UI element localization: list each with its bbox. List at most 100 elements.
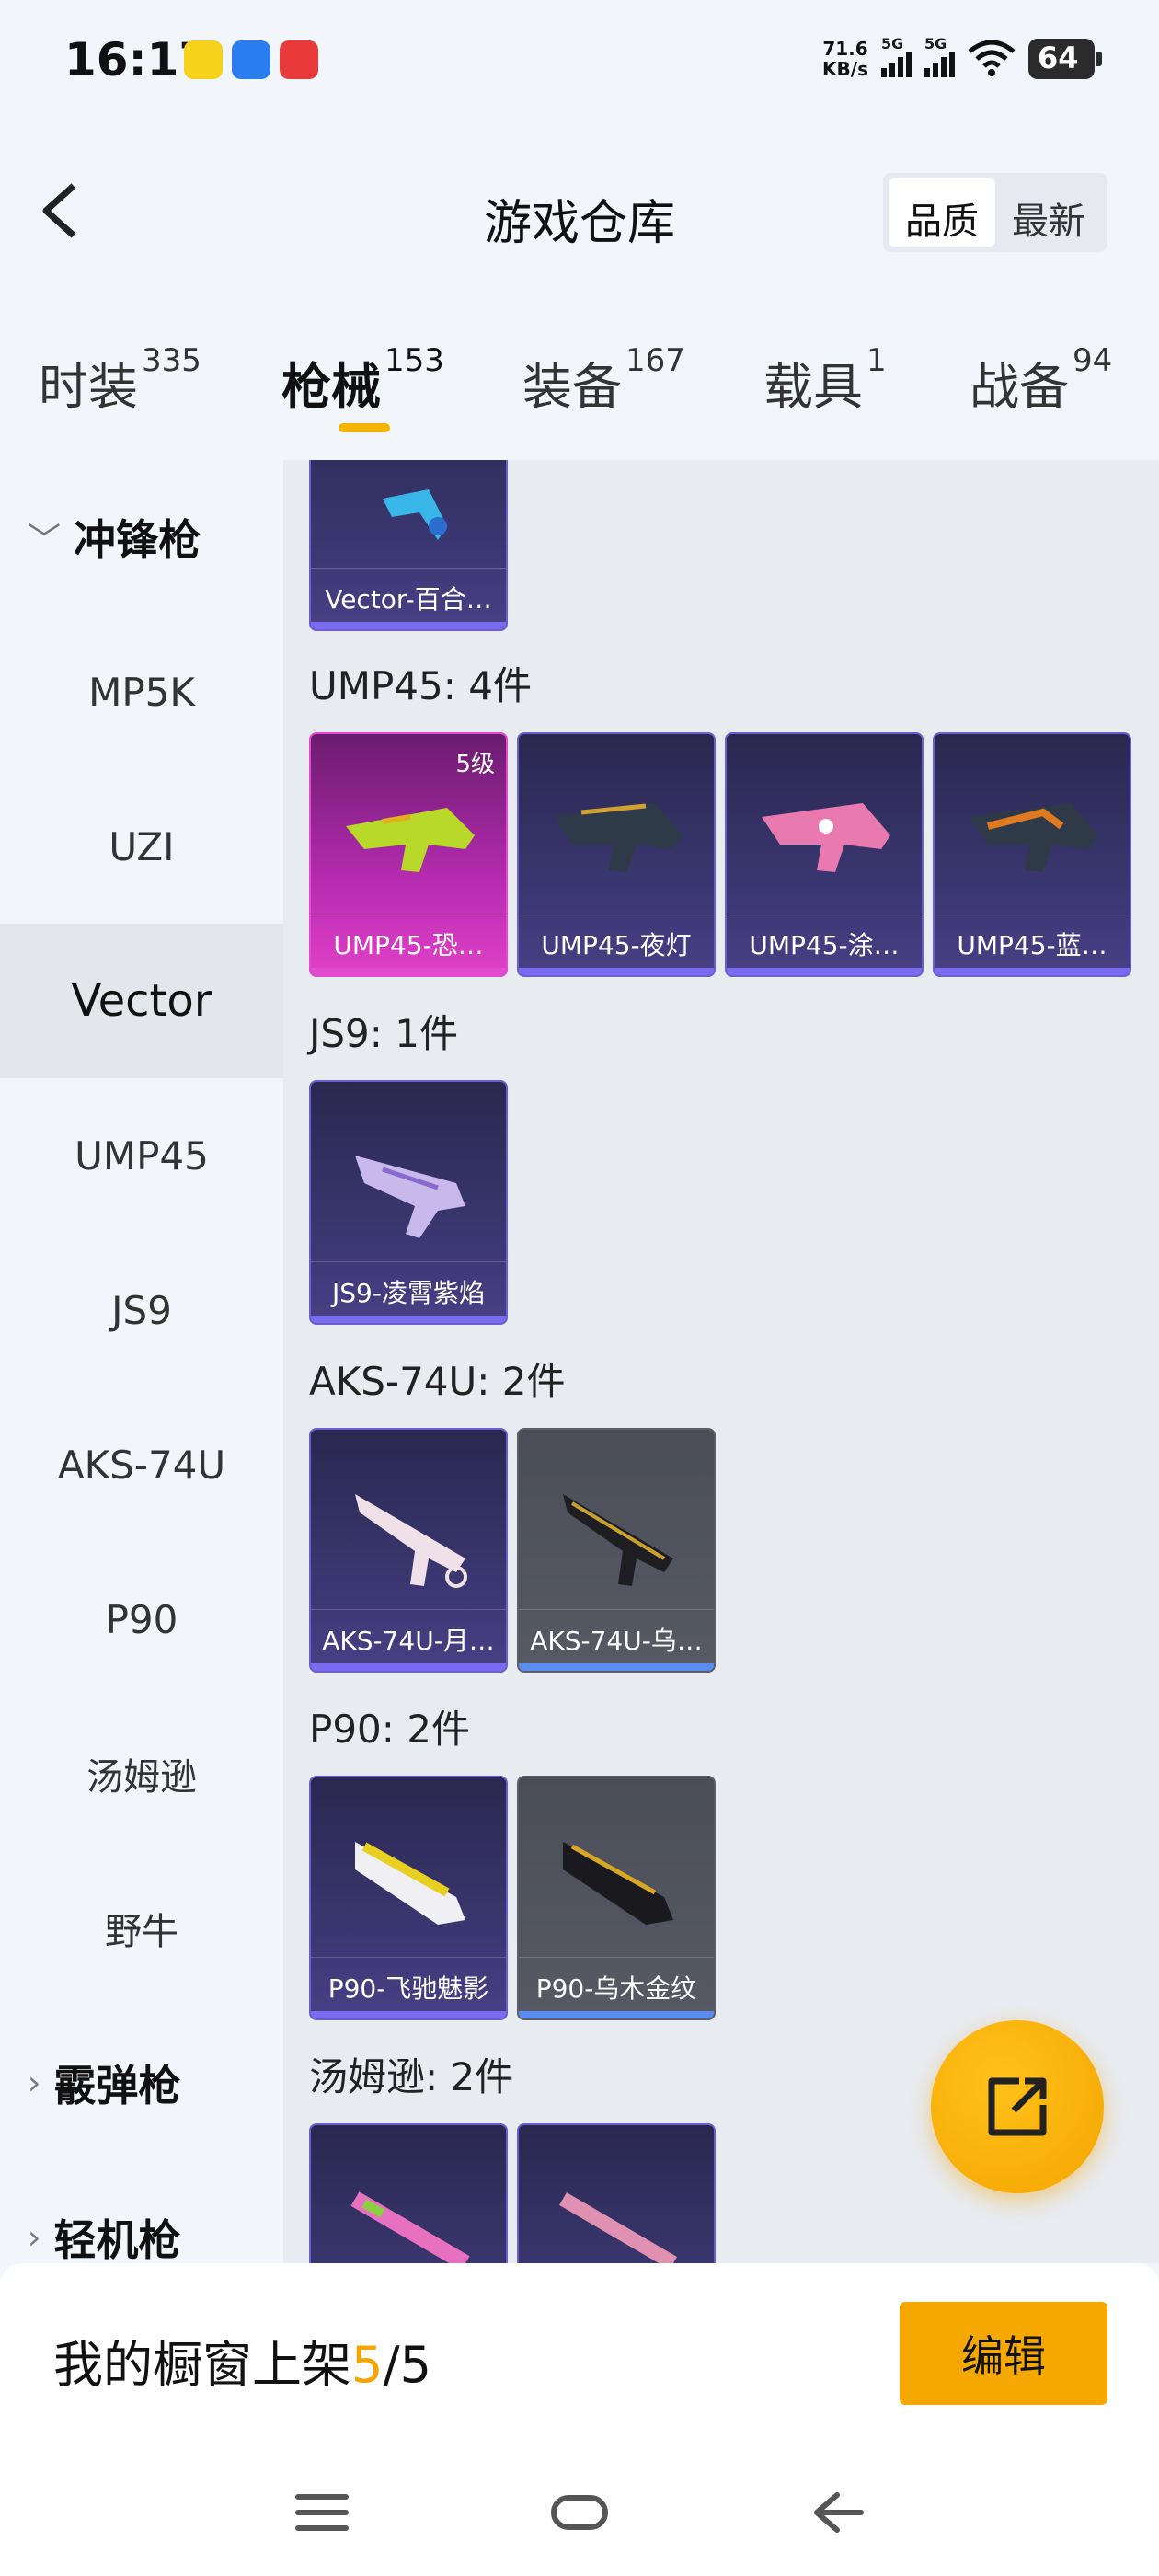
showcase-separator: / xyxy=(383,2336,400,2394)
app-icon-yellow xyxy=(184,40,223,79)
weapon-name: AKS-74U-月… xyxy=(322,1626,495,1656)
signal-icon: 5G xyxy=(924,35,955,77)
weapon-card[interactable] xyxy=(309,2123,508,2263)
weapon-image xyxy=(762,803,890,872)
weapon-image xyxy=(563,1842,673,1925)
network-speed-unit: KB/s xyxy=(822,58,868,80)
showcase-prefix: 我的橱窗上架 xyxy=(53,2336,351,2394)
sidebar-group-shotgun[interactable]: › 霰弹枪 xyxy=(0,2006,283,2160)
weapon-name: UMP45-恐… xyxy=(333,930,484,960)
sidebar-group-smg[interactable]: ﹀ 冲锋枪 xyxy=(0,460,283,615)
battery-icon: 64 xyxy=(1028,39,1102,79)
system-nav-bar xyxy=(0,2447,1159,2576)
sim2-label: 5G xyxy=(924,35,947,52)
card-divider xyxy=(519,1957,714,1958)
weapon-name: UMP45-夜灯 xyxy=(541,930,692,960)
chevron-right-icon: › xyxy=(28,2218,41,2257)
share-fab-button[interactable] xyxy=(931,2020,1104,2193)
sidebar-item-ump45[interactable]: UMP45 xyxy=(0,1078,283,1233)
weapon-image xyxy=(554,803,683,872)
app-icon-blue xyxy=(232,40,270,79)
network-speed: 71.6 KB/s xyxy=(822,39,868,79)
nav-back-button[interactable] xyxy=(800,2480,874,2545)
weapon-name: UMP45-蓝… xyxy=(957,930,1107,960)
tab-label: 战备 xyxy=(970,358,1069,416)
weapon-card[interactable]: UMP45-夜灯 xyxy=(517,732,716,977)
section-label-thompson: 汤姆逊: 2件 xyxy=(309,2054,514,2099)
section-label-js9: JS9: 1件 xyxy=(309,1011,458,1056)
showcase-total-count: 5 xyxy=(399,2336,431,2394)
tab-count: 1 xyxy=(866,342,887,379)
chevron-down-icon: ﹀ xyxy=(28,522,62,559)
sidebar-group-label: 霰弹枪 xyxy=(53,2061,181,2110)
sidebar-item-bizon[interactable]: 野牛 xyxy=(0,1851,283,2006)
card-divider xyxy=(311,1261,506,1262)
header: 游戏仓库 品质 最新 xyxy=(0,156,1159,267)
status-bar: 16:17 71.6 KB/s 5G 5G 64 xyxy=(0,0,1159,129)
network-speed-value: 71.6 xyxy=(822,38,868,60)
edit-button[interactable]: 编辑 xyxy=(900,2302,1107,2405)
quality-bar xyxy=(311,1663,506,1671)
sort-toggle: 品质 最新 xyxy=(883,173,1107,252)
nav-menu-button[interactable] xyxy=(285,2480,359,2545)
active-tab-indicator xyxy=(339,423,390,432)
tab-count: 335 xyxy=(142,342,201,379)
quality-bar xyxy=(727,968,922,975)
tab-label: 枪械 xyxy=(281,358,381,416)
wifi-icon xyxy=(968,40,1016,76)
weapon-image xyxy=(970,803,1098,872)
battery-level: 64 xyxy=(1038,40,1079,75)
weapon-card[interactable]: UMP45-蓝… xyxy=(933,732,1131,977)
quality-bar xyxy=(935,968,1130,975)
quality-bar xyxy=(311,622,506,629)
tab-label: 时装 xyxy=(39,358,138,416)
sidebar-item-aks74u[interactable]: AKS-74U xyxy=(0,1387,283,1542)
sidebar-item-p90[interactable]: P90 xyxy=(0,1542,283,1696)
nav-home-button[interactable] xyxy=(543,2480,616,2545)
weapon-image xyxy=(350,2191,470,2263)
showcase-bar: 我的橱窗上架5/5 编辑 xyxy=(0,2263,1159,2447)
quality-bar xyxy=(519,1663,714,1671)
weapon-card[interactable]: P90-乌木金纹 xyxy=(517,1776,716,2020)
weapon-card[interactable]: UMP45-涂… xyxy=(725,732,924,977)
quality-bar xyxy=(311,1316,506,1323)
sim1-label: 5G xyxy=(881,35,904,52)
weapon-card[interactable]: AKS-74U-乌… xyxy=(517,1428,716,1673)
signal-icon: 5G xyxy=(881,35,912,77)
weapon-card[interactable]: 5级 UMP45-恐… xyxy=(309,732,508,977)
weapon-image xyxy=(355,1494,467,1588)
sidebar-group-label: 轻机枪 xyxy=(53,2215,181,2265)
sidebar-item-js9[interactable]: JS9 xyxy=(0,1233,283,1387)
sort-newest-option[interactable]: 最新 xyxy=(995,178,1102,247)
tab-supplies[interactable]: 战备 94 xyxy=(970,342,1112,419)
card-divider xyxy=(311,568,506,569)
weapon-card[interactable]: JS9-凌霄紫焰 xyxy=(309,1080,508,1325)
card-divider xyxy=(311,1609,506,1610)
quality-bar xyxy=(519,968,714,975)
tab-label: 载具 xyxy=(763,358,863,416)
weapon-card[interactable] xyxy=(517,2123,716,2263)
sidebar-item-uzi[interactable]: UZI xyxy=(0,769,283,924)
sidebar-item-thompson[interactable]: 汤姆逊 xyxy=(0,1696,283,1851)
weapon-card[interactable]: P90-飞驰魅影 xyxy=(309,1776,508,2020)
weapon-name: P90-飞驰魅影 xyxy=(327,1973,489,2004)
tab-vehicles[interactable]: 载具 1 xyxy=(763,342,887,419)
weapon-card[interactable]: Vector-百合… xyxy=(309,460,508,631)
weapon-image xyxy=(558,2192,678,2263)
tab-equipment[interactable]: 装备 167 xyxy=(522,342,685,419)
weapon-name: P90-乌木金纹 xyxy=(535,1973,697,2004)
weapon-card[interactable]: AKS-74U-月… xyxy=(309,1428,508,1673)
card-divider xyxy=(519,1609,714,1610)
sidebar-item-vector[interactable]: Vector xyxy=(0,924,283,1078)
tab-fashion[interactable]: 时装 335 xyxy=(39,342,201,419)
tab-guns[interactable]: 枪械 153 xyxy=(281,342,444,419)
showcase-current-count: 5 xyxy=(351,2336,384,2394)
status-app-icons xyxy=(184,40,318,79)
weapon-grid: Vector-百合… UMP45: 4件 5级 UMP45-恐… UMP45-夜… xyxy=(283,460,1159,2263)
sidebar-item-mp5k[interactable]: MP5K xyxy=(0,615,283,769)
weapon-type-sidebar: ﹀ 冲锋枪 MP5K UZI Vector UMP45 JS9 AKS-74U P… xyxy=(0,460,283,2265)
sort-quality-option[interactable]: 品质 xyxy=(889,178,995,247)
weapon-name: UMP45-涂… xyxy=(749,930,900,960)
sidebar-group-label: 冲锋枪 xyxy=(74,515,201,565)
status-indicators: 71.6 KB/s 5G 5G 64 xyxy=(822,35,1102,79)
